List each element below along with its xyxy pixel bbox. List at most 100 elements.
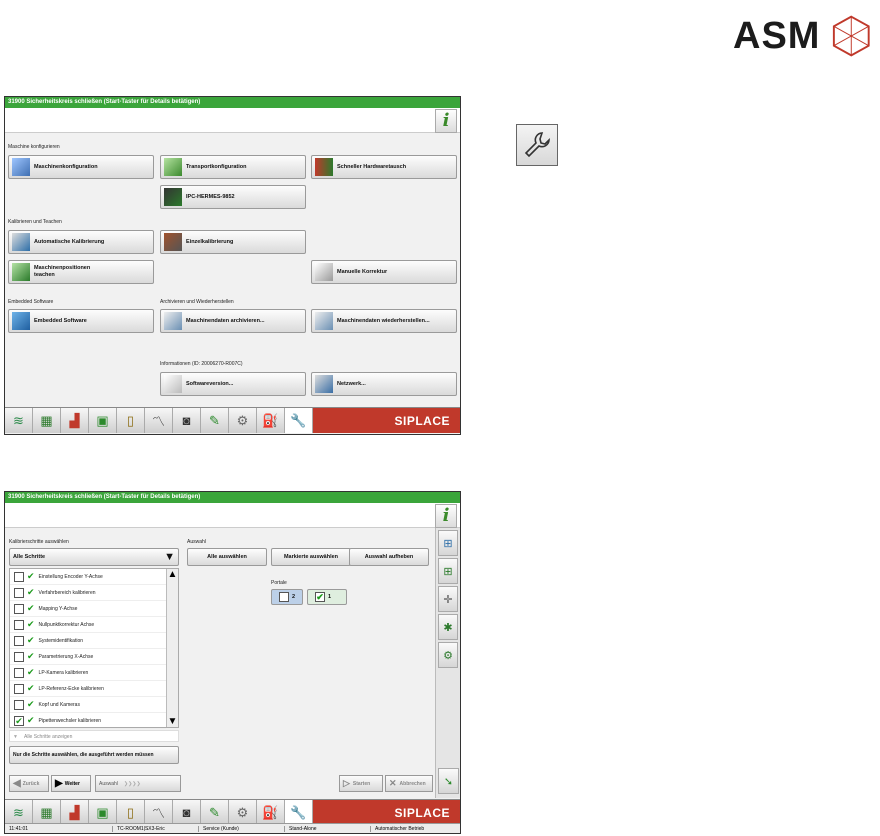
steps-dropdown[interactable]: Alle Schritte ▼: [9, 548, 179, 566]
side-crosshair-button[interactable]: ✛: [438, 586, 458, 612]
step-checkbox[interactable]: [14, 571, 24, 582]
wrench-icon: [524, 132, 550, 158]
message-title: 31900 Sicherheitskreis schließen (Start-…: [5, 492, 460, 503]
calibration-icon: [12, 233, 30, 251]
step-checkbox[interactable]: [14, 587, 24, 598]
dock-camera-button[interactable]: ◙: [173, 408, 201, 433]
step-row[interactable]: ✔ LP-Referenz-Ecke kalibrieren: [10, 681, 166, 697]
step-row[interactable]: ✔ Kopf und Kameras: [10, 697, 166, 713]
single-calibration-button[interactable]: Einzelkalibrierung: [160, 230, 306, 254]
asm-logo: ASM: [733, 12, 873, 60]
info-button[interactable]: i: [435, 504, 457, 528]
step-checkbox[interactable]: [14, 619, 24, 630]
network-button[interactable]: Netzwerk...: [311, 372, 457, 396]
archive-data-button[interactable]: Maschinendaten archivieren...: [160, 309, 306, 333]
step-row[interactable]: ✔ Parametrierung X-Achse: [10, 649, 166, 665]
main-menu-screen: 31900 Sicherheitskreis schließen (Start-…: [4, 96, 461, 435]
restore-data-button[interactable]: Maschinendaten wiederherstellen...: [311, 309, 457, 333]
ipc-button[interactable]: IPC-HERMES-9852: [160, 185, 306, 209]
step-checkbox[interactable]: [14, 699, 24, 710]
side-teach-button[interactable]: ⊞: [438, 558, 458, 584]
dock-camera-button[interactable]: ◙: [173, 800, 201, 825]
section-info: Informationen (ID: 20006270-R007C): [160, 361, 243, 367]
step-checkbox[interactable]: [14, 667, 24, 678]
step-row[interactable]: ✔ Systemidentifikation: [10, 633, 166, 649]
scroll-up-icon[interactable]: ▲: [167, 569, 178, 580]
dock-door-button[interactable]: ▯: [117, 800, 145, 825]
step-checkbox[interactable]: [14, 651, 24, 662]
dock-settings-button[interactable]: ⚙: [229, 408, 257, 433]
step-checkbox[interactable]: [14, 683, 24, 694]
embedded-software-label: Embedded Software: [34, 317, 87, 324]
dock-trend-button[interactable]: 〽: [145, 800, 173, 825]
scroll-down-icon[interactable]: ▼: [167, 716, 178, 727]
machine-config-icon: [12, 158, 30, 176]
dock-layout-button[interactable]: ▣: [89, 408, 117, 433]
dock-layout-button[interactable]: ▣: [89, 800, 117, 825]
dock-service-button[interactable]: 🔧: [285, 800, 313, 825]
filter-row[interactable]: ▼ Alle Schritte anzeigen: [9, 730, 179, 742]
dock-door-button[interactable]: ▯: [117, 408, 145, 433]
side-component-button[interactable]: ✱: [438, 614, 458, 640]
step-checkbox[interactable]: [14, 603, 24, 614]
info-button[interactable]: i: [435, 109, 457, 133]
dock-conveyor-button[interactable]: ≋: [5, 408, 33, 433]
portal-2-toggle[interactable]: 2: [271, 589, 303, 605]
manual-correction-button[interactable]: Manuelle Korrektur: [311, 260, 457, 284]
calibration-screen: 31900 Sicherheitskreis schließen (Start-…: [4, 491, 461, 834]
status-bar: 11:41:01 TC-ROOM1|SX3-Eric Service (Kund…: [5, 823, 460, 833]
dock-chart-button[interactable]: ▟: [61, 800, 89, 825]
message-bar: i: [5, 503, 460, 528]
machine-config-label: Maschinenkonfiguration: [34, 163, 98, 170]
embedded-software-button[interactable]: Embedded Software: [8, 309, 154, 333]
cancel-button[interactable]: ✕ Abbrechen: [385, 775, 433, 792]
dock-grid-button[interactable]: ▦: [33, 800, 61, 825]
back-button[interactable]: ◀ Zurück: [9, 775, 49, 792]
dock-chart-button[interactable]: ▟: [61, 408, 89, 433]
side-exit-button[interactable]: ➘: [438, 768, 459, 794]
next-button[interactable]: ▶ Weiter: [51, 775, 91, 792]
dock-grid-button[interactable]: ▦: [33, 408, 61, 433]
teach-positions-button[interactable]: Maschinenpositionen teachen: [8, 260, 154, 284]
dock-oil-button[interactable]: ⛽: [257, 408, 285, 433]
clear-selection-button[interactable]: Auswahl aufheben: [349, 548, 429, 566]
select-all-button[interactable]: Alle auswählen: [187, 548, 267, 566]
dock-settings-button[interactable]: ⚙: [229, 800, 257, 825]
side-settings-button[interactable]: ⚙: [438, 642, 458, 668]
status-connection: Stand-Alone: [285, 825, 371, 832]
step-row[interactable]: ✔ LP-Kamera kalibrieren: [10, 665, 166, 681]
step-row[interactable]: ✔ Einstellung Encoder Y-Achse: [10, 569, 166, 585]
step-checkbox[interactable]: ✔: [14, 715, 24, 726]
list-scrollbar[interactable]: ▲ ▼: [166, 569, 178, 727]
dock-service-button[interactable]: 🔧: [285, 408, 313, 433]
dock-pen-button[interactable]: ✎: [201, 800, 229, 825]
dock-pen-button[interactable]: ✎: [201, 408, 229, 433]
oil-can-icon: ⛽: [262, 412, 279, 428]
machine-config-button[interactable]: Maschinenkonfiguration: [8, 155, 154, 179]
dock-trend-button[interactable]: 〽: [145, 408, 173, 433]
selection-section: Auswahl: [187, 539, 206, 545]
archive-data-label: Maschinendaten archivieren...: [186, 317, 265, 324]
service-wrench-button[interactable]: [516, 124, 558, 166]
software-version-button[interactable]: Softwareversion...: [160, 372, 306, 396]
teach-icon: ⊞: [443, 565, 453, 578]
step-checkbox[interactable]: [14, 635, 24, 646]
side-calibration-button[interactable]: ⊞: [438, 530, 458, 556]
dock-conveyor-button[interactable]: ≋: [5, 800, 33, 825]
start-button[interactable]: ▷ Starten: [339, 775, 383, 792]
hint-button[interactable]: Nur die Schritte auswählen, die ausgefüh…: [9, 746, 179, 764]
next-label: Weiter: [64, 780, 80, 787]
dock-oil-button[interactable]: ⛽: [257, 800, 285, 825]
step-row[interactable]: ✔ Mapping Y-Achse: [10, 601, 166, 617]
step-row[interactable]: ✔ Nullpunktkorrektur Achse: [10, 617, 166, 633]
auto-calibration-button[interactable]: Automatische Kalibrierung: [8, 230, 154, 254]
steps-rows: ✔ Einstellung Encoder Y-Achse ✔ Verfahrbere…: [10, 569, 166, 729]
step-row[interactable]: ✔ Verfahrbereich kalibrieren: [10, 585, 166, 601]
chevron-down-icon: ▼: [164, 551, 175, 563]
portal-1-toggle[interactable]: ✔ 1: [307, 589, 347, 605]
teach-positions-label: Maschinenpositionen teachen: [34, 265, 91, 278]
select-marked-button[interactable]: Markierte auswählen: [271, 548, 351, 566]
transport-config-button[interactable]: Transportkonfiguration: [160, 155, 306, 179]
hw-exchange-button[interactable]: Schneller Hardwaretausch: [311, 155, 457, 179]
step-row[interactable]: ✔ ✔ Pipettenwechsler kalibrieren: [10, 713, 166, 729]
